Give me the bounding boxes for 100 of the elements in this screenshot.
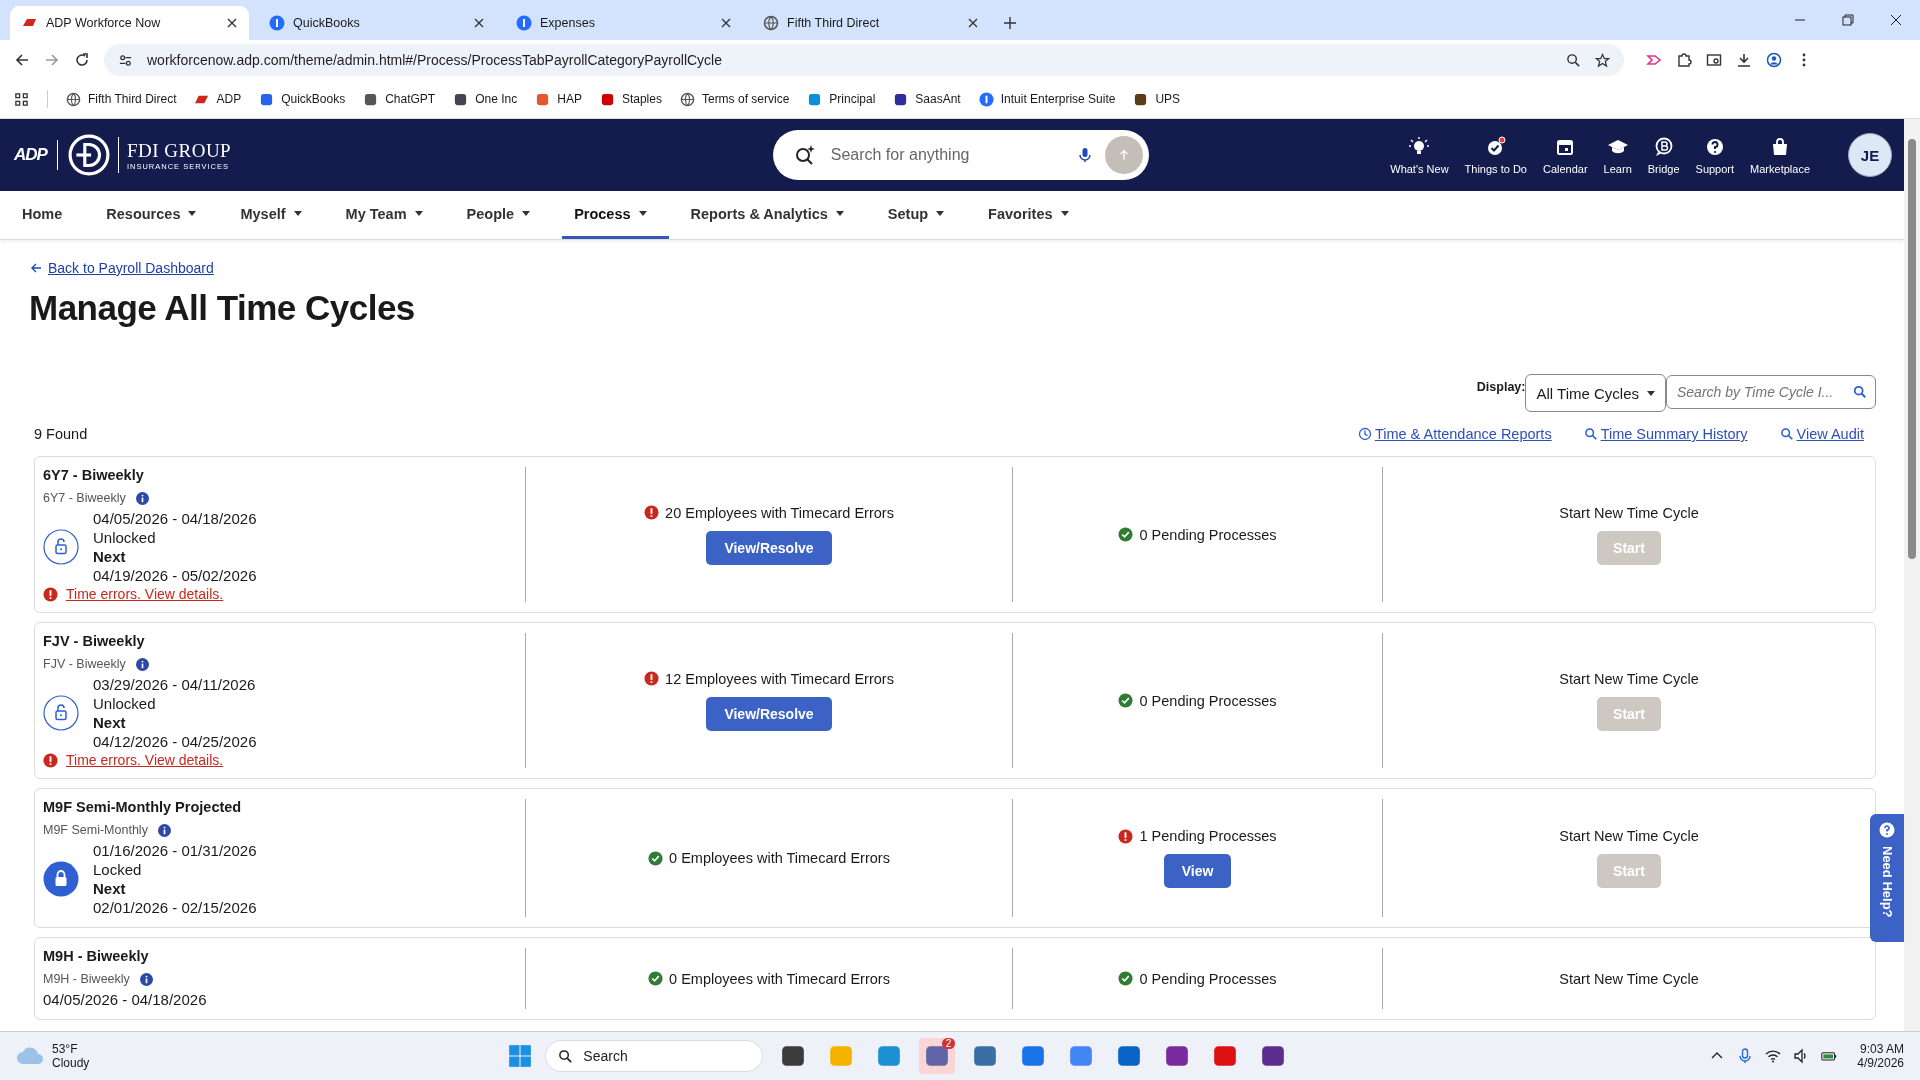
bookmark-link[interactable]: QuickBooks (259, 91, 346, 107)
nav-tab[interactable]: Setup (875, 191, 967, 239)
bookmark-label: Fifth Third Direct (88, 92, 177, 106)
user-avatar[interactable]: JE (1848, 133, 1892, 177)
restore-icon[interactable] (1842, 14, 1854, 26)
bookmark-link[interactable]: One Inc (453, 91, 518, 107)
time-cycle-search-field[interactable]: Search by Time Cycle I... (1666, 375, 1876, 409)
microphone-icon[interactable] (1076, 147, 1093, 163)
nav-tab[interactable]: Reports & Analytics (678, 191, 866, 239)
display-dropdown[interactable]: All Time Cycles (1525, 374, 1666, 412)
bookmark-link[interactable]: ADP (194, 91, 242, 107)
next-label: Next (93, 547, 127, 566)
cycle-subtitle: M9H - Biweekly (43, 972, 130, 986)
nav-tab[interactable]: Resources (94, 191, 219, 239)
app-icon[interactable] (1260, 1043, 1287, 1069)
status-text: 20 Employees with Timecard Errors (665, 504, 894, 521)
site-settings-icon[interactable] (118, 52, 133, 68)
site-icon (259, 91, 275, 107)
bookmark-label: Staples (621, 92, 662, 106)
header-menu-item[interactable]: What's New (1390, 135, 1449, 175)
report-link[interactable]: Time Summary History (1583, 426, 1748, 442)
bookmark-label: ADP (216, 92, 242, 106)
taskbar-search-field[interactable]: Search (545, 1040, 764, 1072)
header-menu-item[interactable]: Things to Do (1464, 135, 1527, 175)
start-icon[interactable] (507, 1043, 534, 1069)
tab-title: ADP Workforce Now (46, 16, 162, 30)
nav-tab[interactable]: People (454, 191, 553, 239)
search-icon[interactable] (1853, 385, 1867, 399)
close-icon[interactable] (1890, 14, 1902, 26)
info-icon[interactable] (135, 657, 149, 671)
tab-title: QuickBooks (293, 16, 361, 30)
profile-icon[interactable] (1766, 52, 1782, 68)
brand-logo[interactable]: ADP (14, 145, 47, 165)
app-icon[interactable] (780, 1043, 807, 1069)
nav-tab[interactable]: Home (10, 191, 85, 239)
bookmark-link[interactable]: HAP (535, 91, 582, 107)
back-link[interactable]: Back to Payroll Dashboard (30, 260, 214, 276)
view-resolve-button[interactable]: View/Resolve (706, 530, 832, 565)
back-arrow-icon[interactable] (14, 52, 30, 68)
bookmark-link[interactable]: SaasAnt (893, 91, 961, 107)
bookmark-link[interactable]: Intuit Enterprise Suite (978, 91, 1116, 107)
report-link[interactable]: Time & Attendance Reports (1357, 426, 1552, 442)
close-icon[interactable] (721, 18, 731, 28)
header-menu-item[interactable]: Calendar (1542, 135, 1588, 175)
header-menu-item[interactable]: Learn (1603, 135, 1632, 175)
cycle-subtitle: FJV - Biweekly (43, 657, 126, 671)
wifi-icon[interactable] (1765, 1048, 1782, 1064)
view-resolve-button[interactable]: View/Resolve (706, 696, 832, 731)
puzzle-icon[interactable] (1676, 52, 1692, 68)
app-icon[interactable] (1164, 1043, 1191, 1069)
zoom-icon[interactable] (1566, 52, 1581, 68)
microphone-icon[interactable] (1737, 1048, 1754, 1064)
tab-search-icon[interactable] (1706, 52, 1722, 68)
header-menu-item[interactable]: Support (1695, 135, 1735, 175)
view-button[interactable]: View (1163, 854, 1232, 888)
nav-tab[interactable]: Process (562, 191, 669, 239)
reload-icon[interactable] (74, 52, 90, 68)
header-menu-item[interactable]: Marketplace (1750, 135, 1810, 175)
app-icon[interactable] (972, 1043, 999, 1069)
date-range: 04/05/2026 - 04/18/2026 (43, 990, 207, 1009)
bookmark-link[interactable]: ChatGPT (363, 91, 436, 107)
search-bar[interactable]: Search for anything (772, 130, 1149, 180)
scrollbar[interactable] (1904, 119, 1920, 1031)
need-help-tab[interactable]: Need Help? (1870, 814, 1904, 942)
browser-tab[interactable]: ADP Workforce Now (10, 6, 249, 40)
nav-tab[interactable]: My Team (333, 191, 445, 239)
time-errors-link[interactable]: Time errors. View details. (66, 586, 224, 602)
browser-tab[interactable]: QuickBooks (257, 6, 496, 40)
download-icon[interactable] (1736, 52, 1752, 68)
status-text: 0 Pending Processes (1139, 526, 1277, 543)
time-errors-link[interactable]: Time errors. View details. (66, 752, 224, 768)
next-date-range: 04/12/2026 - 04/25/2026 (93, 732, 257, 751)
browser-tab[interactable]: Fifth Third Direct (751, 6, 990, 40)
nav-tab[interactable]: Myself (228, 191, 324, 239)
bookmark-link[interactable]: Fifth Third Direct (66, 91, 177, 107)
header-item-label: Learn (1603, 162, 1632, 175)
bookmark-link[interactable]: Principal (807, 91, 876, 107)
nav-tab[interactable]: Favorites (976, 191, 1091, 239)
report-link[interactable]: View Audit (1779, 426, 1864, 442)
close-icon[interactable] (227, 18, 237, 28)
new-tab-plus-icon[interactable] (1004, 17, 1016, 29)
forward-arrow-icon[interactable] (44, 52, 60, 68)
star-icon[interactable] (1595, 52, 1610, 68)
info-icon[interactable] (157, 823, 171, 837)
bookmark-link[interactable]: UPS (1133, 91, 1181, 107)
info-icon[interactable] (135, 491, 149, 505)
browser-tab[interactable]: Expenses (504, 6, 743, 40)
weather-condition: Cloudy (52, 1056, 90, 1070)
search-input[interactable]: Search (581, 1047, 751, 1065)
address-field[interactable]: workforcenow.adp.com/theme/admin.html#/Process/ProcessTabPayrollCategoryPayrollCycle (104, 44, 1624, 76)
header-menu-item[interactable]: Bridge (1647, 135, 1680, 175)
extension-arrow-icon[interactable] (1646, 52, 1662, 68)
bookmark-link[interactable]: Terms of service (679, 91, 790, 107)
app-icon[interactable] (1116, 1043, 1143, 1069)
apps-grid-icon[interactable] (14, 91, 29, 107)
bookmark-link[interactable]: Staples (599, 91, 662, 107)
close-icon[interactable] (474, 18, 484, 28)
app-icon[interactable] (1212, 1043, 1239, 1069)
info-icon[interactable] (139, 972, 153, 986)
close-icon[interactable] (968, 18, 978, 28)
